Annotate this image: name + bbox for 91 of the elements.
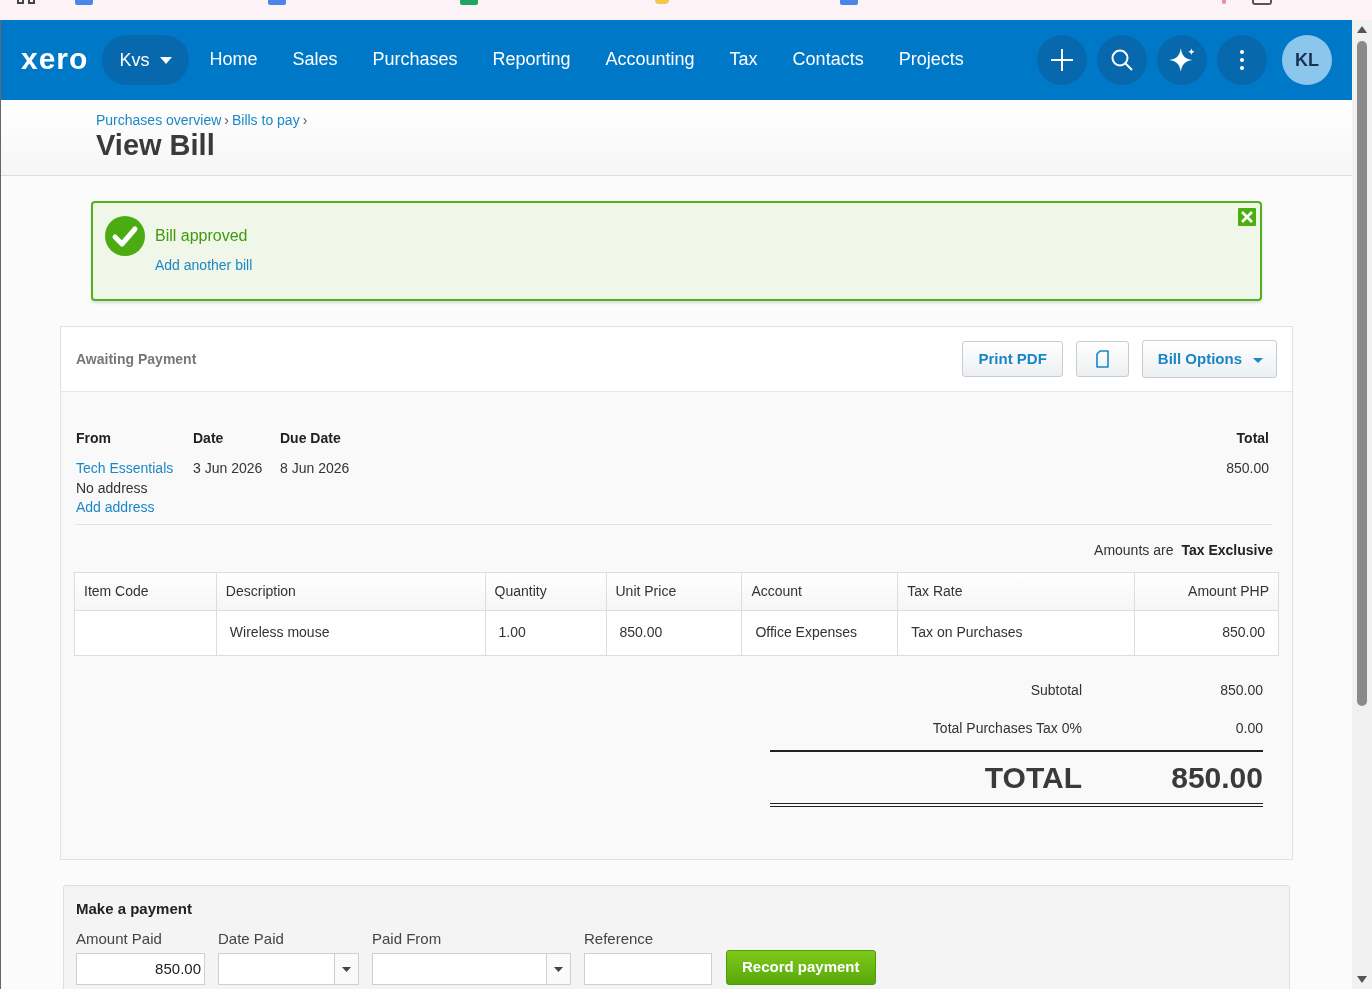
scroll-up-arrow-icon[interactable] xyxy=(1357,26,1367,33)
nav-link[interactable]: Projects xyxy=(898,47,964,73)
total-value: 0.00 xyxy=(1234,719,1263,738)
grand-total-label: TOTAL xyxy=(983,759,1082,796)
search-icon xyxy=(1111,49,1133,71)
table-cell: 850.00 xyxy=(606,610,742,655)
ai-assistant-button[interactable] xyxy=(1157,35,1207,85)
bill-options-button[interactable]: Bill Options xyxy=(1141,340,1277,378)
more-button[interactable] xyxy=(1217,35,1267,85)
page-title: View Bill xyxy=(96,128,216,162)
organisation-switcher[interactable]: Kvs xyxy=(102,35,190,85)
amounts-label: Amounts are xyxy=(1094,540,1174,559)
more-vertical-icon xyxy=(1240,50,1244,70)
table-cell: Wireless mouse xyxy=(216,610,486,655)
nav-link[interactable]: Reporting xyxy=(492,47,571,73)
total-label: Subtotal xyxy=(1029,681,1082,700)
field-label: Amount Paid xyxy=(76,930,163,948)
column-header: Quantity xyxy=(485,572,606,610)
scrollbar[interactable] xyxy=(1352,20,1372,989)
breadcrumb-separator: › xyxy=(302,111,308,129)
contact-address: No address xyxy=(76,478,149,498)
column-header: Description xyxy=(216,572,486,610)
plus-icon xyxy=(1051,49,1073,71)
favicon-icon[interactable] xyxy=(75,0,93,5)
xero-logo[interactable]: xero xyxy=(21,44,89,74)
field-label: Reference xyxy=(584,930,655,948)
field-label: From xyxy=(76,430,112,447)
table-cell: 850.00 xyxy=(1134,610,1279,655)
close-icon xyxy=(1241,211,1253,223)
tax-mode: Tax Exclusive xyxy=(1181,540,1273,559)
bill-status: Awaiting Payment xyxy=(76,349,197,369)
column-header: Tax Rate xyxy=(897,572,1135,610)
nav-link[interactable]: Sales xyxy=(292,47,338,73)
user-avatar[interactable]: KL xyxy=(1282,35,1332,85)
field-label: Date xyxy=(193,430,225,447)
field-label: Total xyxy=(1236,430,1269,447)
dropdown-field[interactable] xyxy=(372,953,571,985)
scroll-down-arrow-icon[interactable] xyxy=(1357,976,1367,983)
check-circle-icon xyxy=(105,216,145,256)
bill-total: 850.00 xyxy=(1226,459,1269,478)
favicon-icon[interactable] xyxy=(1222,0,1226,4)
field-label: Paid From xyxy=(372,930,443,948)
caret-icon xyxy=(160,56,173,64)
nav-link[interactable]: Tax xyxy=(729,47,758,73)
bill-date: 3 Jun 2026 xyxy=(193,459,264,478)
nav-link[interactable]: Contacts xyxy=(792,47,864,73)
document-icon xyxy=(1095,350,1109,368)
table-cell: Office Expenses xyxy=(741,610,898,655)
add-another-bill-link[interactable]: Add another bill xyxy=(155,256,253,274)
apps-grid-icon[interactable] xyxy=(17,0,35,4)
dropdown-field[interactable] xyxy=(218,953,359,985)
breadcrumb-link[interactable]: Purchases overview xyxy=(96,111,222,129)
caret-icon xyxy=(342,966,351,972)
field-label: Date Paid xyxy=(218,930,285,948)
reference-input[interactable] xyxy=(584,953,712,985)
contact-link[interactable]: Tech Essentials xyxy=(76,459,174,479)
table-cell: 1.00 xyxy=(485,610,606,655)
notification-message: Bill approved xyxy=(155,226,249,246)
print-pdf-button[interactable]: Print PDF xyxy=(962,341,1063,377)
breadcrumb-separator: › xyxy=(224,111,229,129)
grand-total-value: 850.00 xyxy=(1170,759,1263,796)
total-label: Total Purchases Tax 0% xyxy=(931,719,1082,738)
add-address-link[interactable]: Add address xyxy=(76,498,155,518)
due-date: 8 Jun 2026 xyxy=(280,459,351,478)
amount-paid-input[interactable]: 850.00 xyxy=(76,953,205,985)
add-button[interactable] xyxy=(1037,35,1087,85)
field-label: Due Date xyxy=(280,430,342,447)
favicon-icon[interactable] xyxy=(268,0,286,5)
table-cell: Tax on Purchases xyxy=(897,610,1135,655)
search-button[interactable] xyxy=(1097,35,1147,85)
favicon-icon[interactable] xyxy=(840,0,858,5)
column-header: Unit Price xyxy=(606,572,742,610)
sparkle-icon xyxy=(1169,48,1195,72)
breadcrumb-link[interactable]: Bills to pay xyxy=(231,111,300,129)
column-header: Item Code xyxy=(74,572,217,610)
caret-icon xyxy=(554,966,563,972)
column-header: Amount PHP xyxy=(1134,572,1279,610)
record-payment-button[interactable]: Record payment xyxy=(726,950,876,985)
favicon-icon[interactable] xyxy=(655,0,669,4)
nav-link[interactable]: Home xyxy=(209,47,258,73)
document-button[interactable] xyxy=(1075,341,1129,377)
nav-link[interactable]: Accounting xyxy=(605,47,695,73)
nav-link[interactable]: Purchases xyxy=(372,47,458,73)
scrollbar-thumb[interactable] xyxy=(1357,41,1367,706)
close-button[interactable] xyxy=(1238,208,1256,226)
favicon-icon[interactable] xyxy=(460,0,478,5)
caret-icon xyxy=(1253,358,1263,363)
payment-title: Make a payment xyxy=(76,900,193,918)
window-icon[interactable] xyxy=(1252,0,1272,5)
total-value: 850.00 xyxy=(1219,681,1263,700)
column-header: Account xyxy=(741,572,898,610)
